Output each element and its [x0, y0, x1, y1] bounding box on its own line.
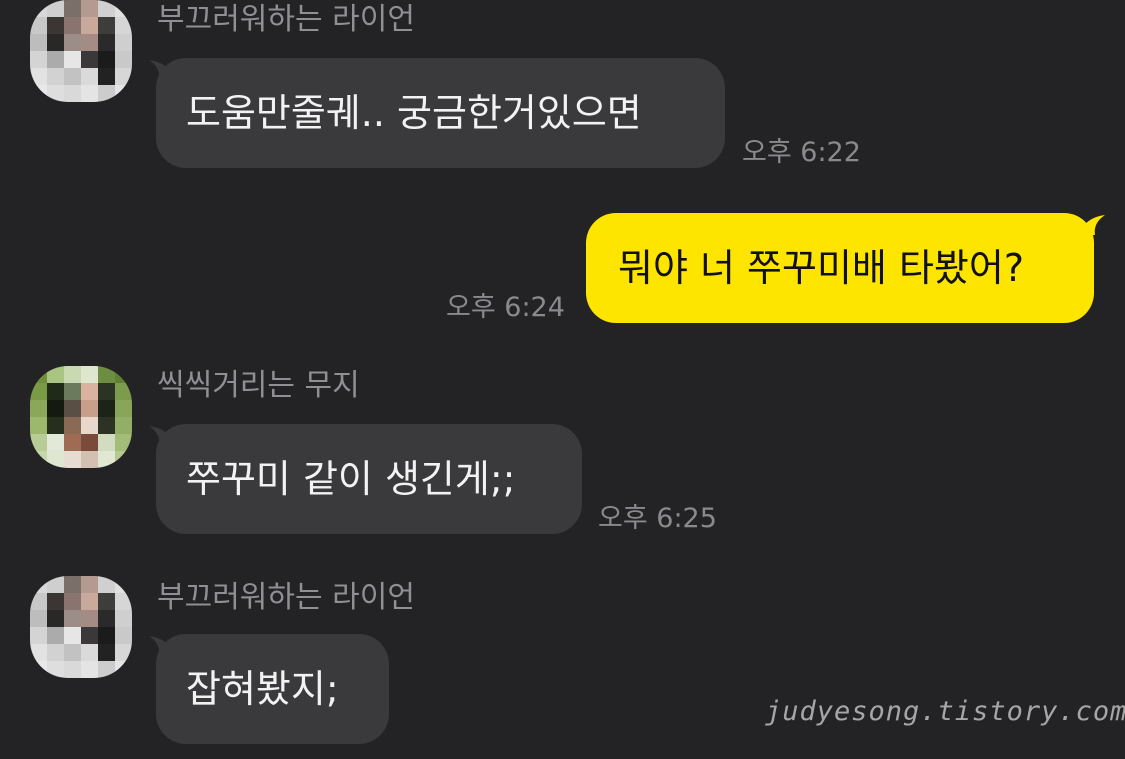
sender-name: 부끄러워하는 라이언	[157, 2, 415, 37]
message-bubble[interactable]: 쭈꾸미 같이 생긴게;;	[156, 424, 582, 534]
message-time: 오후 6:25	[598, 503, 717, 534]
message-bubble[interactable]: 잡혀봤지;	[156, 634, 389, 744]
bubble-tail	[1081, 215, 1105, 235]
sender-name: 부끄러워하는 라이언	[157, 580, 415, 615]
message-bubble[interactable]: 도움만줄궤.. 궁금한거있으면	[156, 58, 725, 168]
message-bubble[interactable]: 뭐야 너 쭈꾸미배 타봤어?	[586, 213, 1094, 323]
avatar[interactable]	[30, 576, 132, 678]
avatar[interactable]	[30, 0, 132, 102]
message-time: 오후 6:24	[446, 292, 565, 323]
watermark: judyesong.tistory.com	[765, 696, 1125, 727]
sender-name: 씩씩거리는 무지	[157, 368, 360, 403]
avatar[interactable]	[30, 366, 132, 468]
message-time: 오후 6:22	[742, 137, 861, 168]
